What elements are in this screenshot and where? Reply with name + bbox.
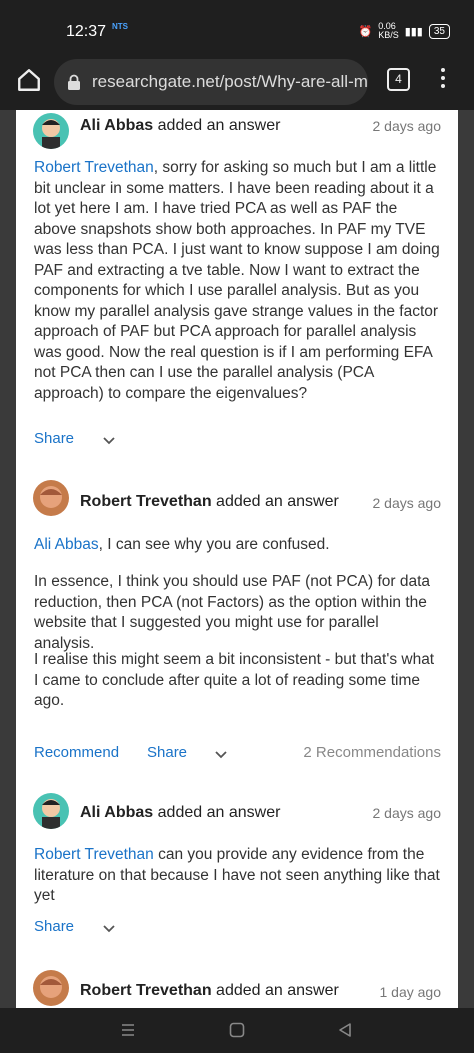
system-nav-bar	[0, 1008, 474, 1053]
avatar[interactable]	[33, 113, 69, 149]
home-nav-icon[interactable]	[228, 1021, 246, 1039]
status-icons: ⏰ 0.06 KB/S ▮▮▮ 35	[358, 22, 450, 40]
author-name[interactable]: Ali Abbas	[80, 804, 153, 821]
url-text: researchgate.net/post/Why-are-all-m	[92, 72, 368, 91]
chevron-down-icon[interactable]	[103, 923, 115, 935]
action-text: added an answer	[216, 493, 339, 510]
page-content: Ali Abbas added an answer 2 days ago Rob…	[0, 110, 474, 1008]
mention-link[interactable]: Ali Abbas	[34, 536, 99, 553]
recents-icon[interactable]	[119, 1021, 137, 1039]
answer-header: Ali Abbas added an answer	[80, 804, 280, 822]
answer-header: Ali Abbas added an answer	[80, 117, 280, 135]
action-text: added an answer	[157, 804, 281, 821]
recommend-button[interactable]: Recommend	[34, 744, 119, 761]
network-speed: 0.06 KB/S	[378, 21, 399, 40]
tab-count-button[interactable]: 4	[387, 68, 410, 91]
answer-text: Robert Trevethan, sorry for asking so mu…	[34, 159, 440, 402]
answer-text: Robert Trevethan can you provide any evi…	[34, 846, 440, 904]
avatar[interactable]	[33, 970, 69, 1006]
answer-header: Robert Trevethan added an answer	[80, 493, 339, 511]
carrier-icon: NTS	[112, 22, 128, 31]
status-bar: 12:37 NTS ⏰ 0.06 KB/S ▮▮▮ 35	[0, 0, 474, 54]
address-bar[interactable]: researchgate.net/post/Why-are-all-m	[54, 59, 368, 105]
author-name[interactable]: Ali Abbas	[80, 117, 153, 134]
back-icon[interactable]	[336, 1021, 354, 1039]
answer-date: 2 days ago	[372, 805, 442, 821]
share-button[interactable]: Share	[147, 744, 187, 761]
lock-icon	[68, 74, 80, 90]
action-text: added an answer	[157, 117, 281, 134]
recommendations-count[interactable]: 2 Recommendations	[303, 744, 441, 761]
status-time: 12:37	[66, 23, 107, 40]
mention-link[interactable]: Robert Trevethan	[34, 159, 154, 176]
battery-icon: 35	[428, 23, 450, 39]
answer-date: 2 days ago	[372, 495, 442, 511]
answer-paragraph: In essence, I think you should use PAF (…	[34, 573, 431, 652]
author-name[interactable]: Robert Trevethan	[80, 982, 212, 999]
alarm-icon: ⏰	[358, 25, 373, 38]
signal-icon: ▮▮▮	[404, 25, 423, 38]
share-button[interactable]: Share	[34, 918, 74, 935]
home-icon[interactable]	[16, 67, 42, 93]
menu-icon[interactable]	[440, 68, 446, 92]
answer-date: 1 day ago	[379, 984, 442, 1000]
avatar[interactable]	[33, 793, 69, 829]
browser-toolbar: researchgate.net/post/Why-are-all-m 4	[0, 54, 474, 110]
answer-card: Robert Trevethan added an answer 1 day a…	[16, 960, 458, 1008]
answer-date: 2 days ago	[372, 118, 442, 134]
avatar[interactable]	[33, 480, 69, 516]
answer-text: Ali Abbas, I can see why you are confuse…	[34, 536, 330, 553]
answer-paragraph: I realise this might seem a bit inconsis…	[34, 651, 435, 709]
action-text: added an answer	[216, 982, 339, 999]
answer-header: Robert Trevethan added an answer	[80, 982, 339, 1000]
chevron-down-icon[interactable]	[215, 749, 227, 761]
author-name[interactable]: Robert Trevethan	[80, 493, 212, 510]
mention-link[interactable]: Robert Trevethan	[34, 846, 154, 863]
chevron-down-icon[interactable]	[103, 435, 115, 447]
share-button[interactable]: Share	[34, 430, 74, 447]
